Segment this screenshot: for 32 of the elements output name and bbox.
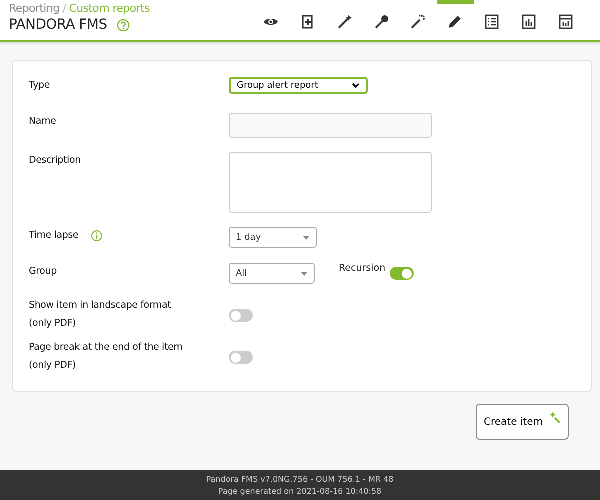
field-label: Name <box>29 115 56 129</box>
dropdown-field[interactable]: 1 day <box>229 227 317 248</box>
chevron-down-icon <box>352 82 360 88</box>
text-field[interactable] <box>229 113 432 138</box>
toggle-switch[interactable] <box>229 309 253 322</box>
wand-icon <box>336 14 353 30</box>
field-label: Page break at the end of the item (only PDF) <box>29 341 184 373</box>
pencil-icon <box>447 14 464 30</box>
toggle-switch[interactable] <box>390 267 414 280</box>
field-label: Recursion <box>339 263 386 274</box>
field-label: Description <box>29 154 81 168</box>
chart-panel-icon <box>558 14 574 30</box>
pin-icon <box>374 14 390 30</box>
create-item-button[interactable]: Create item <box>476 404 569 440</box>
wand-icon <box>549 412 561 424</box>
dropdown-field[interactable]: All <box>229 263 315 284</box>
dropdown-arrow-icon <box>301 272 308 276</box>
footer-text: Page generated on 2021-08-16 10:40:58 <box>218 486 382 496</box>
field-label: Show item in landscape format (only PDF) <box>29 299 172 331</box>
list-icon <box>484 14 500 30</box>
bar-chart-icon <box>520 14 537 30</box>
toggle-switch[interactable] <box>229 351 253 364</box>
field-label: Type <box>29 79 50 93</box>
breadcrumb-separator: / <box>62 2 66 15</box>
sparkle-wand-icon <box>410 14 426 30</box>
breadcrumb-link[interactable]: Reporting <box>9 2 60 15</box>
select-field[interactable]: Group alert report <box>229 77 368 94</box>
footer-text: Pandora FMS v7.0NG.756 - OUM 756.1 - MR 48 <box>206 474 394 484</box>
page-title: PANDORA FMS <box>9 17 108 33</box>
field-label: Time lapse <box>29 229 79 243</box>
field-label: Group <box>29 265 57 279</box>
dropdown-arrow-icon <box>303 236 310 240</box>
